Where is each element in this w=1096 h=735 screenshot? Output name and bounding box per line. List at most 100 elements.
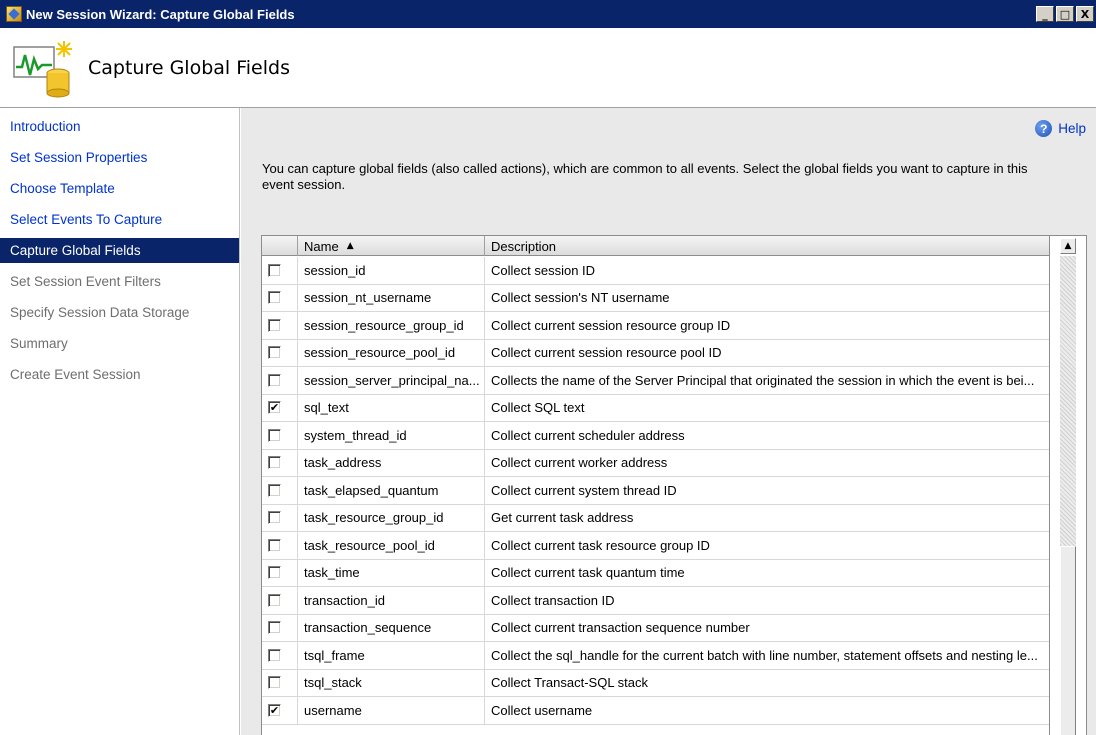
header-name-column[interactable]: Name ▲ <box>298 236 485 256</box>
row-check-cell <box>262 477 298 504</box>
row-description-cell: Get current task address <box>485 504 1050 531</box>
table-row[interactable]: task_time Collect current task quantum ti… <box>262 559 1050 587</box>
grid-scrollbar[interactable]: ▲ <box>1049 236 1086 735</box>
checkbox[interactable] <box>268 318 281 332</box>
row-name-cell: sql_text <box>298 394 485 421</box>
row-check-cell <box>262 339 298 366</box>
row-description-cell: Collect current scheduler address <box>485 422 1050 449</box>
window-titlebar[interactable]: New Session Wizard: Capture Global Field… <box>0 0 1096 28</box>
close-button[interactable]: X <box>1076 6 1094 22</box>
row-description-cell: Collect Transact-SQL stack <box>485 669 1050 696</box>
checkbox-checked[interactable]: ✔ <box>268 401 281 415</box>
row-description-cell: Collect session ID <box>485 257 1050 284</box>
row-name-cell: tsql_stack <box>298 669 485 696</box>
table-row[interactable]: task_address Collect current worker addre… <box>262 449 1050 477</box>
checkbox[interactable] <box>268 593 281 607</box>
checkbox[interactable] <box>268 483 281 497</box>
row-check-cell <box>262 532 298 559</box>
minimize-button[interactable]: _ <box>1036 6 1054 22</box>
table-row[interactable]: ✔ sql_text Collect SQL text <box>262 394 1050 422</box>
nav-item-introduction[interactable]: Introduction <box>0 114 239 139</box>
row-name-cell: tsql_frame <box>298 642 485 669</box>
window-title: New Session Wizard: Capture Global Field… <box>26 6 295 22</box>
table-row[interactable]: session_resource_pool_id Collect current … <box>262 339 1050 367</box>
row-description-cell: Collect SQL text <box>485 394 1050 421</box>
row-description-cell: Collect username <box>485 697 1050 724</box>
row-check-cell <box>262 367 298 394</box>
row-name-cell: task_time <box>298 559 485 586</box>
nav-item-summary: Summary <box>10 336 68 351</box>
row-name-cell: username <box>298 697 485 724</box>
table-row[interactable]: task_resource_pool_id Collect current tas… <box>262 532 1050 560</box>
row-check-cell: ✔ <box>262 394 298 421</box>
row-name-cell: task_address <box>298 449 485 476</box>
wizard-content: ? Help You can capture global fields (al… <box>241 108 1096 735</box>
table-row[interactable]: session_server_principal_na... Collects t… <box>262 367 1050 395</box>
table-row[interactable]: transaction_sequence Collect current tran… <box>262 614 1050 642</box>
row-check-cell <box>262 422 298 449</box>
table-row[interactable]: task_resource_group_id Get current task a… <box>262 504 1050 532</box>
nav-item-capture-global-fields[interactable]: Capture Global Fields <box>0 238 239 263</box>
checkbox[interactable] <box>268 263 281 277</box>
checkbox[interactable] <box>268 456 281 470</box>
row-description-cell: Collect current session resource group I… <box>485 312 1050 339</box>
row-description-cell: Collect current task quantum time <box>485 559 1050 586</box>
scroll-up-button[interactable]: ▲ <box>1060 238 1076 254</box>
wizard-header: Capture Global Fields <box>0 28 1096 108</box>
table-row[interactable]: transaction_id Collect transaction ID <box>262 587 1050 615</box>
row-description-cell: Collect current worker address <box>485 449 1050 476</box>
table-row[interactable]: tsql_stack Collect Transact-SQL stack <box>262 669 1050 697</box>
checkbox[interactable] <box>268 428 281 442</box>
help-link[interactable]: ? Help <box>1035 120 1086 137</box>
row-check-cell <box>262 284 298 311</box>
row-name-cell: session_resource_pool_id <box>298 339 485 366</box>
row-name-cell: system_thread_id <box>298 422 485 449</box>
checkbox[interactable] <box>268 511 281 525</box>
table-row[interactable]: tsql_frame Collect the sql_handle for the… <box>262 642 1050 670</box>
header-name-label: Name <box>304 238 339 254</box>
row-check-cell <box>262 614 298 641</box>
row-name-cell: task_resource_group_id <box>298 504 485 531</box>
intro-text: You can capture global fields (also call… <box>262 161 1028 192</box>
help-icon: ? <box>1035 120 1053 137</box>
maximize-button[interactable]: □ <box>1056 6 1074 22</box>
row-name-cell: session_resource_group_id <box>298 312 485 339</box>
checkbox[interactable] <box>268 648 281 662</box>
row-check-cell <box>262 669 298 696</box>
row-description-cell: Collect transaction ID <box>485 587 1050 614</box>
table-row[interactable]: ✔ username Collect username <box>262 697 1050 725</box>
checkbox[interactable] <box>268 621 281 635</box>
extended-events-logo-icon <box>13 40 72 97</box>
table-row[interactable]: session_resource_group_id Collect current… <box>262 312 1050 340</box>
window-controls: _ □ X <box>1036 6 1094 22</box>
checkbox[interactable] <box>268 373 281 387</box>
header-check-column <box>262 236 298 256</box>
table-row[interactable]: task_elapsed_quantum Collect current syst… <box>262 477 1050 505</box>
checkbox[interactable] <box>268 566 281 580</box>
table-row[interactable]: session_id Collect session ID <box>262 257 1050 285</box>
checkbox[interactable] <box>268 291 281 305</box>
global-fields-grid: Name ▲ Description session_id Collect ses… <box>261 235 1087 735</box>
table-row[interactable]: system_thread_id Collect current schedule… <box>262 422 1050 450</box>
header-description-column[interactable]: Description <box>485 236 1050 256</box>
row-check-cell <box>262 449 298 476</box>
row-description-cell: Collects the name of the Server Principa… <box>485 367 1050 394</box>
scrollbar-thumb[interactable] <box>1060 546 1076 735</box>
help-label: Help <box>1058 121 1086 136</box>
row-check-cell <box>262 257 298 284</box>
nav-item-choose-template[interactable]: Choose Template <box>0 176 239 201</box>
checkbox[interactable] <box>268 346 281 360</box>
row-check-cell <box>262 559 298 586</box>
row-name-cell: session_nt_username <box>298 284 485 311</box>
table-row[interactable]: session_nt_username Collect session's NT … <box>262 284 1050 312</box>
row-name-cell: session_id <box>298 257 485 284</box>
checkbox[interactable] <box>268 538 281 552</box>
nav-item-select-events[interactable]: Select Events To Capture <box>0 207 239 232</box>
checkbox[interactable] <box>268 676 281 690</box>
checkbox-checked[interactable]: ✔ <box>268 703 281 717</box>
row-name-cell: task_resource_pool_id <box>298 532 485 559</box>
nav-item-create-event-session: Create Event Session <box>10 367 141 382</box>
grid-header: Name ▲ Description <box>262 236 1050 256</box>
nav-item-set-session-properties[interactable]: Set Session Properties <box>0 145 239 170</box>
row-name-cell: transaction_sequence <box>298 614 485 641</box>
